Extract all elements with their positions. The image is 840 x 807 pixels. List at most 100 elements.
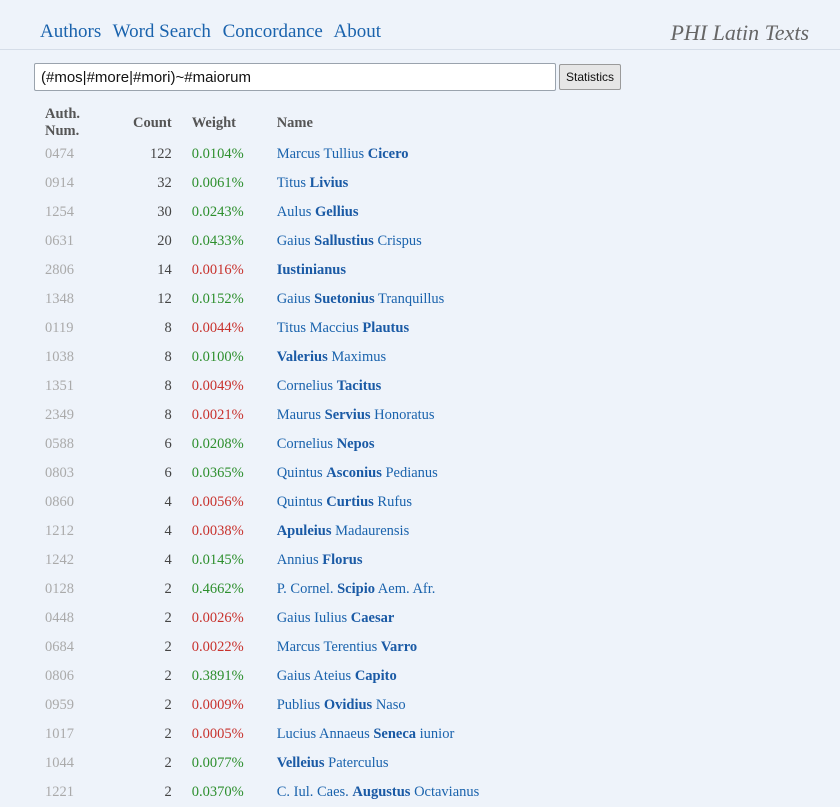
author-name-part: Gaius Iulius [276, 610, 351, 626]
author-name-part: Gaius Ateius [276, 668, 355, 684]
match-count: 2 [164, 784, 172, 800]
match-count: 2 [164, 610, 172, 626]
weight-value: 0.3891% [191, 668, 244, 684]
author-number: 0959 [45, 697, 74, 713]
author-name-part: Naso [372, 697, 406, 713]
weight-value: 0.0365% [191, 465, 244, 481]
results-body: 0474 122 0.0104% Marcus Tullius Cicero 0914 3… [37, 140, 487, 807]
author-name-part: Quintus [276, 465, 327, 481]
author-number: 0448 [45, 610, 74, 626]
table-row: 1351 8 0.0049% Cornelius Tacitus [37, 372, 487, 401]
weight-value: 0.0038% [191, 523, 244, 539]
weight-value: 0.0056% [191, 494, 244, 510]
author-name-part: Gaius [276, 233, 315, 249]
author-name-primary: Asconius [326, 465, 382, 481]
author-name-primary: Capito [354, 668, 397, 684]
author-name-link[interactable]: Quintus Curtius Rufus [269, 488, 488, 517]
match-count: 2 [164, 668, 172, 684]
match-count: 30 [157, 204, 172, 220]
table-row: 0959 2 0.0009% Publius Ovidius Naso [37, 691, 487, 720]
statistics-button[interactable]: Statistics [559, 64, 621, 90]
header-auth-num: Auth. Num. [45, 106, 81, 139]
table-row: 0474 122 0.0104% Marcus Tullius Cicero [37, 140, 487, 169]
author-name-link[interactable]: Marcus Terentius Varro [269, 633, 488, 662]
author-name-part: iunior [416, 726, 455, 742]
author-name-part: Marcus Tullius [276, 146, 368, 162]
author-number: 1212 [45, 523, 74, 539]
weight-value: 0.0370% [191, 784, 244, 800]
header-name: Name [276, 114, 313, 131]
author-name-link[interactable]: C. Iul. Caes. Augustus Octavianus [269, 778, 488, 807]
author-name-link[interactable]: Aulus Gellius [269, 198, 488, 227]
table-row: 1221 2 0.0370% C. Iul. Caes. Augustus Octav… [37, 778, 487, 807]
table-row: 0684 2 0.0022% Marcus Terentius Varro [37, 633, 487, 662]
table-row: 1254 30 0.0243% Aulus Gellius [37, 198, 487, 227]
author-name-primary: Ovidius [323, 697, 373, 713]
author-name-link[interactable]: Cornelius Tacitus [269, 372, 488, 401]
author-number: 1221 [45, 784, 74, 800]
search-input[interactable] [34, 63, 556, 91]
author-name-link[interactable]: Gaius Suetonius Tranquillus [269, 285, 488, 314]
match-count: 14 [157, 262, 172, 278]
nav-word-search[interactable]: Word Search [113, 21, 211, 42]
weight-value: 0.0208% [191, 436, 244, 452]
author-name-link[interactable]: Cornelius Nepos [269, 430, 488, 459]
table-row: 1017 2 0.0005% Lucius Annaeus Seneca iunior [37, 720, 487, 749]
match-count: 8 [164, 378, 172, 394]
author-name-primary: Suetonius [314, 291, 375, 307]
nav-about[interactable]: About [334, 21, 382, 42]
author-name-link[interactable]: Gaius Ateius Capito [269, 662, 488, 691]
author-name-link[interactable]: Iustinianus [269, 256, 488, 285]
author-name-part: Honoratus [370, 407, 435, 423]
author-name-link[interactable]: Maurus Servius Honoratus [269, 401, 488, 430]
author-name-link[interactable]: Marcus Tullius Cicero [269, 140, 488, 169]
match-count: 4 [164, 494, 172, 510]
nav-concordance[interactable]: Concordance [223, 21, 323, 42]
weight-value: 0.0100% [191, 349, 244, 365]
author-number: 0588 [45, 436, 74, 452]
match-count: 20 [157, 233, 172, 249]
author-name-link[interactable]: Apuleius Madaurensis [269, 517, 488, 546]
author-name-primary: Nepos [336, 436, 375, 452]
author-name-part: Cornelius [276, 436, 337, 452]
header-count: Count [133, 114, 172, 131]
author-name-link[interactable]: P. Cornel. Scipio Aem. Afr. [269, 575, 488, 604]
nav-authors[interactable]: Authors [40, 21, 101, 42]
table-row: 1348 12 0.0152% Gaius Suetonius Tranquillus [37, 285, 487, 314]
match-count: 2 [164, 726, 172, 742]
author-name-part: Quintus [276, 494, 327, 510]
match-count: 4 [164, 552, 172, 568]
author-name-link[interactable]: Valerius Maximus [269, 343, 488, 372]
table-row: 2349 8 0.0021% Maurus Servius Honoratus [37, 401, 487, 430]
author-name-primary: Sallustius [314, 233, 374, 249]
author-name-link[interactable]: Publius Ovidius Naso [269, 691, 488, 720]
author-name-primary: Plautus [362, 320, 410, 336]
author-name-link[interactable]: Gaius Sallustius Crispus [269, 227, 488, 256]
match-count: 122 [149, 146, 172, 162]
match-count: 2 [164, 581, 172, 597]
weight-value: 0.0049% [191, 378, 244, 394]
author-name-part: C. Iul. Caes. [276, 784, 353, 800]
author-name-link[interactable]: Quintus Asconius Pedianus [269, 459, 488, 488]
author-number: 2806 [45, 262, 74, 278]
match-count: 2 [164, 639, 172, 655]
author-number: 0128 [45, 581, 74, 597]
author-name-part: Cornelius [276, 378, 337, 394]
match-count: 2 [164, 697, 172, 713]
weight-value: 0.0021% [191, 407, 244, 423]
author-name-link[interactable]: Titus Maccius Plautus [269, 314, 488, 343]
author-name-primary: Varro [380, 639, 418, 655]
author-name-link[interactable]: Annius Florus [269, 546, 488, 575]
table-row: 0860 4 0.0056% Quintus Curtius Rufus [37, 488, 487, 517]
weight-value: 0.0009% [191, 697, 244, 713]
table-row: 0803 6 0.0365% Quintus Asconius Pedianus [37, 459, 487, 488]
weight-value: 0.0061% [191, 175, 244, 191]
table-row: 2806 14 0.0016% Iustinianus [37, 256, 487, 285]
match-count: 32 [157, 175, 172, 191]
author-name-link[interactable]: Titus Livius [269, 169, 488, 198]
author-number: 0119 [45, 320, 74, 336]
match-count: 8 [164, 407, 172, 423]
author-name-link[interactable]: Gaius Iulius Caesar [269, 604, 488, 633]
author-name-link[interactable]: Velleius Paterculus [269, 749, 488, 778]
author-name-link[interactable]: Lucius Annaeus Seneca iunior [269, 720, 488, 749]
